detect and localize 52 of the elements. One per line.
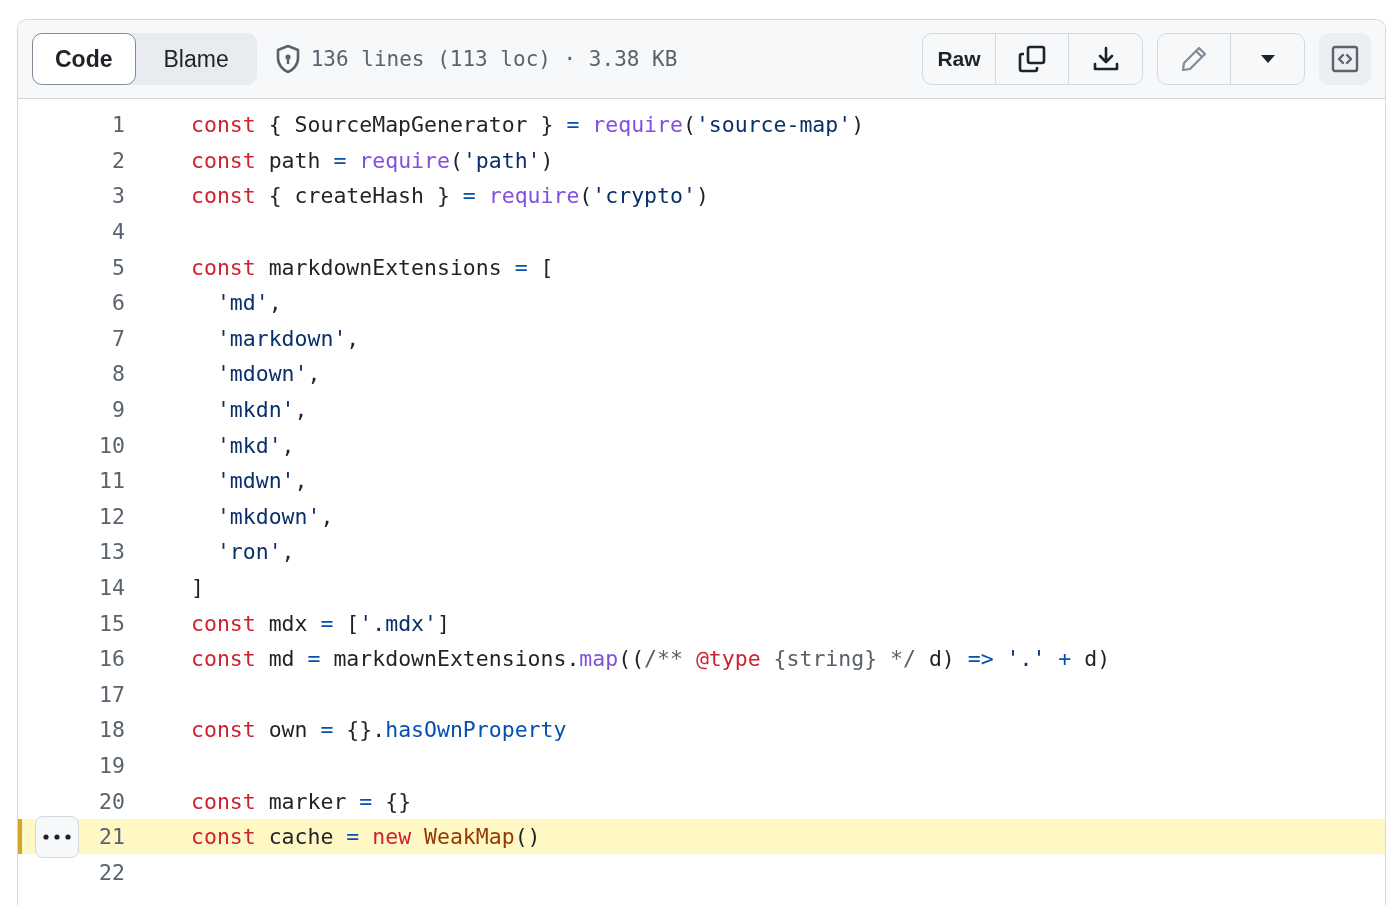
line-number: 14 bbox=[98, 575, 125, 600]
line-number: 11 bbox=[98, 468, 125, 494]
code-line: 'mkdown', bbox=[215, 503, 334, 529]
line-number: 22 bbox=[98, 859, 125, 885]
line-number: 4 bbox=[111, 219, 125, 245]
code-line: const marker = {} bbox=[191, 788, 412, 814]
more-options-button[interactable] bbox=[35, 815, 79, 858]
line-number: 21 bbox=[98, 824, 125, 850]
code-line: 'mdwn', bbox=[215, 468, 308, 494]
code-line: const path = require('path') bbox=[191, 147, 554, 173]
code-line: 'mkd', bbox=[215, 432, 295, 458]
line-number: 6 bbox=[111, 290, 125, 316]
line-number: 2 bbox=[111, 147, 125, 173]
line-number: 8 bbox=[111, 361, 125, 387]
code-line: 'md', bbox=[215, 290, 282, 316]
copy-icon bbox=[1017, 44, 1047, 74]
code-line: 'ron', bbox=[215, 539, 295, 565]
file-info: 136 lines (113 loc) · 3.38 KB bbox=[310, 47, 678, 71]
code-line: const own = {}.hasOwnProperty bbox=[191, 717, 567, 743]
code-line: const cache = new WeakMap() bbox=[191, 824, 541, 850]
pencil-icon bbox=[1180, 45, 1208, 73]
ellipsis-icon bbox=[42, 833, 72, 840]
code-square-icon bbox=[1331, 45, 1359, 73]
line-number: 7 bbox=[111, 325, 125, 351]
line-number: 5 bbox=[111, 254, 125, 280]
symbols-button[interactable] bbox=[1319, 33, 1371, 85]
code-line: const { SourceMapGenerator } = require('source-map') bbox=[191, 112, 865, 138]
code-line: const md = markdownExtensions.map((/** @type {string} */ d) => '.' + d) bbox=[191, 646, 1111, 672]
line-number: 9 bbox=[111, 397, 125, 423]
line-number: 19 bbox=[98, 753, 125, 778]
view-tab[interactable]: Code bbox=[32, 33, 136, 85]
download-icon bbox=[1091, 45, 1120, 73]
line-number: 15 bbox=[98, 610, 125, 636]
line-number: 13 bbox=[98, 539, 125, 565]
code-line: const mdx = ['.mdx'] bbox=[191, 610, 450, 636]
code-line: 'markdown', bbox=[215, 325, 360, 351]
code-line: 'mkdn', bbox=[215, 397, 308, 423]
line-number: 12 bbox=[98, 503, 125, 529]
code-line: ] bbox=[191, 575, 204, 600]
shield-icon bbox=[274, 44, 301, 74]
caret-icon bbox=[1260, 55, 1275, 63]
line-number: 3 bbox=[111, 183, 125, 209]
line-number: 20 bbox=[98, 788, 125, 814]
line-number: 1 bbox=[111, 112, 125, 138]
code-line: const { createHash } = require('crypto') bbox=[191, 183, 709, 209]
code-line: 'mdown', bbox=[215, 361, 321, 387]
line-number: 10 bbox=[98, 432, 125, 458]
view-tab[interactable]: Blame bbox=[135, 33, 257, 85]
code-line: const markdownExtensions = [ bbox=[191, 254, 554, 280]
line-number: 17 bbox=[98, 681, 125, 707]
line-number: 16 bbox=[98, 646, 125, 672]
line-number: 18 bbox=[98, 717, 125, 743]
